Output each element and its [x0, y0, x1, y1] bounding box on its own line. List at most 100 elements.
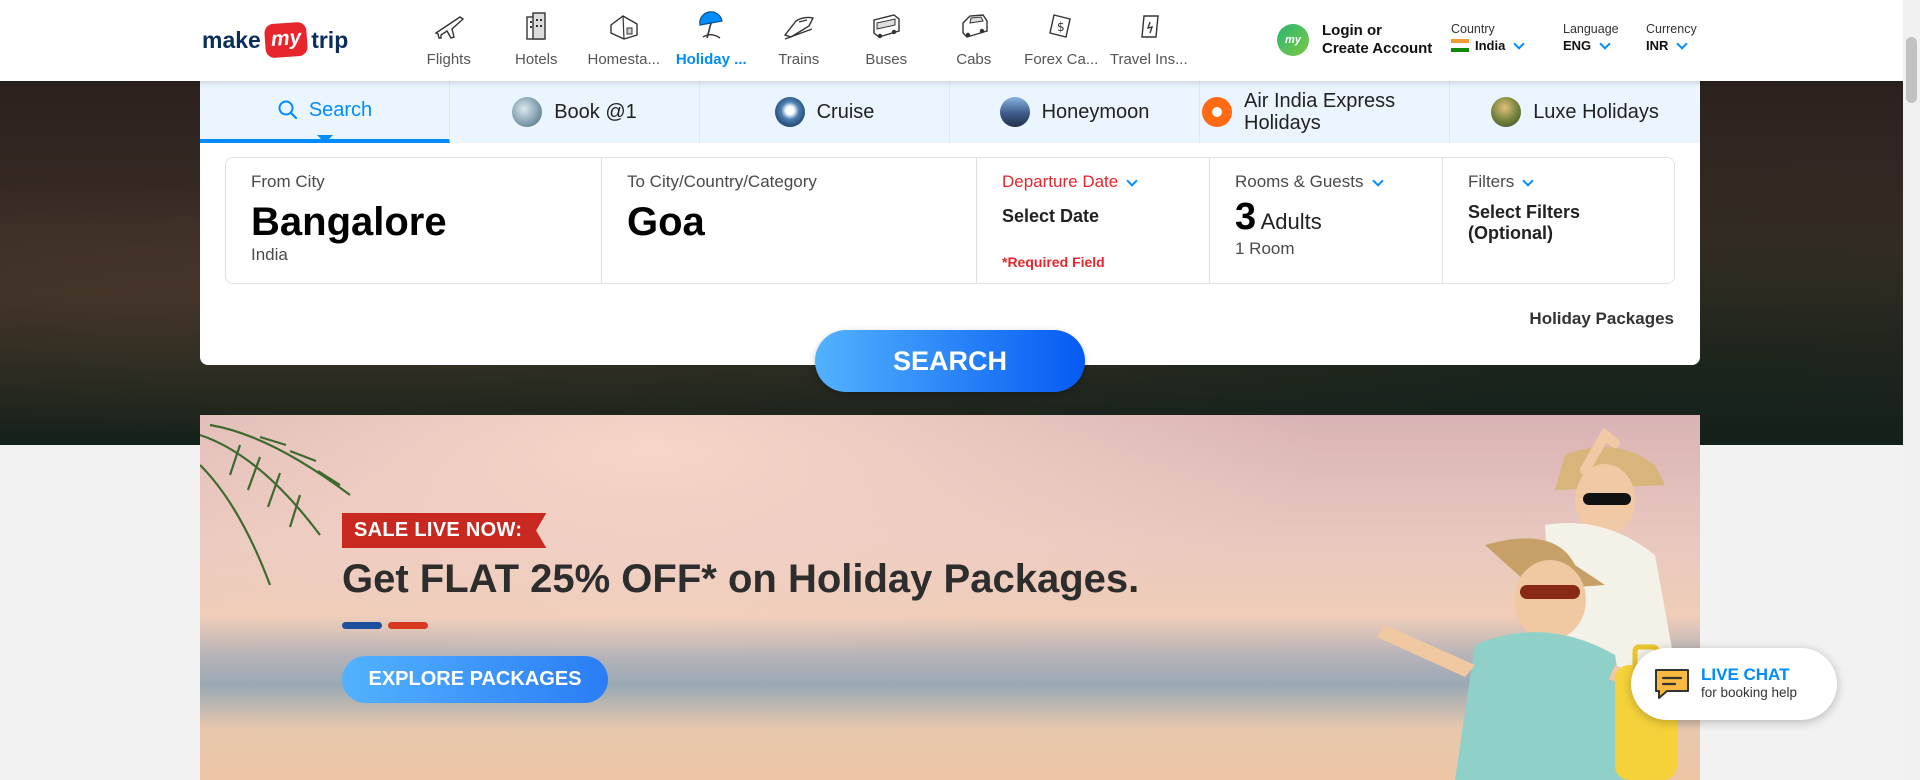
homestays-icon [610, 15, 638, 40]
trains-icon [783, 16, 814, 40]
tab-honeymoon[interactable]: Honeymoon [950, 81, 1200, 143]
login-avatar-icon: my [1277, 24, 1309, 56]
makemytrip-logo[interactable]: make my trip [202, 20, 348, 60]
chevron-down-icon [1599, 38, 1611, 50]
nav-label: Holiday ... [675, 51, 747, 68]
india-flag-icon [1451, 39, 1469, 52]
filters-field[interactable]: Filters Select Filters (Optional) [1443, 158, 1674, 283]
holiday-packages-label: Holiday Packages [1529, 309, 1674, 328]
currency-selector[interactable]: Currency INR [1646, 22, 1697, 53]
nav-item-forex-card[interactable]: $ Forex Ca... [1018, 0, 1106, 81]
chevron-down-icon [1522, 174, 1534, 187]
chevron-down-icon [1513, 38, 1526, 50]
nav-label: Flights [426, 51, 471, 68]
login-line-2: Create Account [1322, 40, 1433, 57]
filters-value-line-2: (Optional) [1468, 223, 1553, 243]
live-chat-title: LIVE CHAT [1701, 665, 1790, 684]
page-scrollbar[interactable] [1903, 0, 1920, 780]
to-city-caption: To City/Country/Category [627, 172, 817, 191]
rooms-guests-field[interactable]: Rooms & Guests 3 Adults 1 Room [1210, 158, 1443, 283]
holiday-packages-icon [699, 11, 723, 39]
language-value: ENG [1563, 38, 1592, 53]
nav-label: Buses [865, 51, 908, 68]
chevron-down-icon [1676, 38, 1689, 50]
nav-item-homestays[interactable]: Homesta... [580, 0, 668, 81]
country-value: India [1475, 38, 1506, 53]
to-city-field[interactable]: To City/Country/Category Goa [602, 158, 977, 283]
nav-item-cabs[interactable]: Cabs [930, 0, 1018, 81]
tab-label: Air India Express Holidays [1244, 90, 1396, 134]
chat-bubble-icon [1655, 669, 1689, 699]
search-widget: Search Book @1 Cruise Honeymoon Air Indi… [200, 81, 1700, 365]
logo-text-make: make [202, 26, 261, 53]
tab-air-india-express-holidays[interactable]: Air India Express Holidays [1200, 81, 1450, 143]
tab-label: Honeymoon [1041, 100, 1150, 123]
logo-text-trip: trip [311, 26, 349, 53]
nav-item-buses[interactable]: Buses [843, 0, 931, 81]
nav-label: Hotels [514, 51, 558, 68]
nav-item-hotels[interactable]: Hotels [493, 0, 581, 81]
live-chat-button[interactable]: LIVE CHAT for booking help [1631, 648, 1837, 720]
rooms-guests-caption: Rooms & Guests [1235, 172, 1364, 191]
explore-packages-button[interactable]: EXPLORE PACKAGES [342, 656, 608, 703]
departure-date-caption: Departure Date [1002, 172, 1119, 191]
guest-unit: Adults [1260, 209, 1322, 234]
nav-label: Homesta... [587, 51, 661, 68]
tab-label: Search [308, 98, 373, 121]
tab-search[interactable]: Search [200, 81, 450, 143]
search-fields: From City Bangalore India To City/Countr… [225, 157, 1675, 284]
nav-label: Forex Ca... [1024, 51, 1099, 68]
from-city-value: Bangalore [251, 200, 447, 244]
login-button[interactable]: my Login or Create Account [1277, 22, 1432, 58]
language-selector[interactable]: Language ENG [1563, 22, 1619, 53]
honeymoon-icon [999, 97, 1030, 127]
nav-item-holiday-packages[interactable]: Holiday ... [668, 0, 756, 81]
chevron-down-icon [1371, 174, 1384, 187]
nav-item-travel-insurance[interactable]: Travel Ins... [1105, 0, 1193, 81]
to-city-value: Goa [627, 200, 705, 244]
nav-label: Travel Ins... [1109, 51, 1188, 68]
from-city-caption: From City [251, 172, 325, 191]
scrollbar-thumb[interactable] [1906, 37, 1917, 103]
svg-text:$: $ [1057, 20, 1065, 34]
departure-date-value: Select Date [1002, 206, 1100, 226]
chevron-down-icon [1126, 174, 1138, 187]
language-caption: Language [1563, 22, 1619, 36]
sale-live-tag: SALE LIVE NOW: [342, 513, 547, 548]
couple-photo-illustration [1377, 427, 1690, 780]
live-chat-subtitle: for booking help [1701, 685, 1798, 700]
travel-insurance-icon [1140, 15, 1159, 38]
tab-label: Cruise [816, 100, 875, 123]
search-icon [278, 100, 297, 120]
nav-label: Cabs [956, 51, 992, 68]
nav-item-trains[interactable]: Trains [755, 0, 843, 81]
banner-dashes-decoration [342, 622, 428, 629]
nav-item-flights[interactable]: Flights [405, 0, 493, 81]
product-nav: Flights Hotels Homesta... Holiday ... Tr… [405, 0, 1193, 81]
tab-book-at-1[interactable]: Book @1 [450, 81, 700, 143]
logo-text-my: my [263, 21, 309, 59]
tab-label: Luxe Holidays [1533, 100, 1659, 123]
filters-value-line-1: Select Filters [1468, 202, 1581, 222]
departure-date-field[interactable]: Departure Date Select Date *Required Fie… [977, 158, 1210, 283]
from-city-field[interactable]: From City Bangalore India [226, 158, 602, 283]
cabs-icon [962, 14, 988, 38]
tab-luxe-holidays[interactable]: Luxe Holidays [1450, 81, 1700, 143]
banner-headline: Get FLAT 25% OFF* on Holiday Packages. [342, 557, 1140, 601]
flights-icon [434, 16, 464, 39]
top-navigation-bar: make my trip Flights Hotels Homesta... H… [0, 0, 1920, 81]
country-selector[interactable]: Country India [1451, 22, 1526, 53]
forex-card-icon: $ [1049, 14, 1072, 38]
promo-banner[interactable]: SALE LIVE NOW: Get FLAT 25% OFF* on Holi… [200, 415, 1700, 780]
buses-icon [873, 14, 900, 39]
search-button[interactable]: SEARCH [815, 330, 1085, 392]
luxe-holidays-icon [1491, 97, 1522, 127]
hotels-icon [526, 12, 546, 40]
login-line-1: Login or [1322, 22, 1382, 39]
currency-caption: Currency [1646, 22, 1697, 36]
cruise-icon [774, 97, 805, 127]
room-count: 1 Room [1235, 239, 1295, 258]
tab-cruise[interactable]: Cruise [700, 81, 950, 143]
currency-value: INR [1646, 38, 1669, 53]
tab-label: Book @1 [554, 100, 637, 123]
